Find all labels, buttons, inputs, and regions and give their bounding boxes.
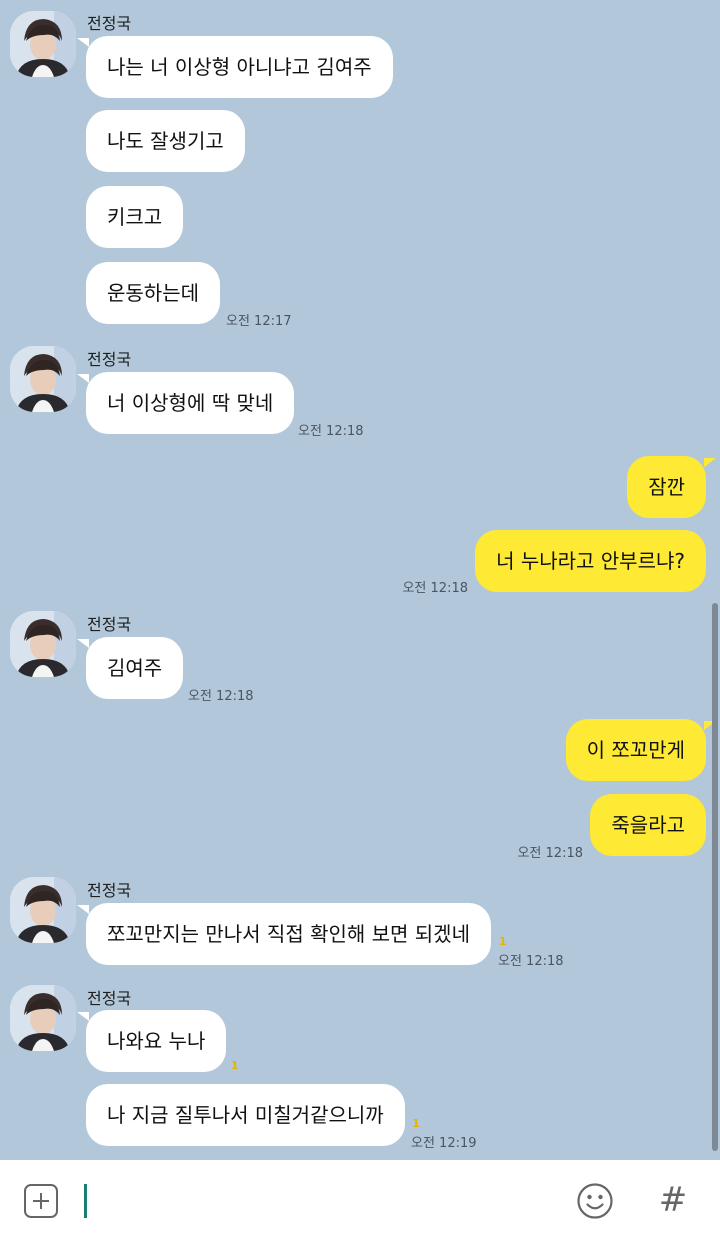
unread-count: 1 bbox=[412, 1117, 420, 1130]
scrollbar[interactable] bbox=[712, 603, 718, 1151]
bubble-tail bbox=[77, 38, 89, 47]
message-time: 오전 12:18 bbox=[188, 689, 254, 704]
message-bubble[interactable]: 키크고 bbox=[86, 186, 184, 248]
sender-name: 전정국 bbox=[87, 989, 132, 1008]
bubble-tail bbox=[704, 458, 716, 467]
message-bubble[interactable]: 운동하는데 bbox=[86, 262, 220, 324]
sender-name: 전정국 bbox=[87, 881, 132, 900]
hash-button[interactable]: # bbox=[656, 1180, 690, 1220]
sender-name: 전정국 bbox=[87, 615, 132, 634]
bubble-tail bbox=[77, 374, 89, 383]
text-cursor bbox=[84, 1184, 87, 1218]
message-bubble[interactable]: 쪼꼬만지는 만나서 직접 확인해 보면 되겠네 bbox=[86, 903, 491, 965]
profile-avatar[interactable] bbox=[10, 877, 76, 943]
unread-count: 1 bbox=[231, 1059, 239, 1072]
profile-avatar[interactable] bbox=[10, 346, 76, 412]
message-bubble[interactable]: 너 이상형에 딱 맞네 bbox=[86, 372, 295, 434]
message-time: 오전 12:18 bbox=[402, 581, 468, 596]
message-bubble[interactable]: 나와요 누나 bbox=[86, 1010, 227, 1072]
bubble-tail bbox=[77, 1012, 89, 1021]
message-bubble[interactable]: 김여주 bbox=[86, 637, 184, 699]
message-time: 오전 12:18 bbox=[498, 954, 564, 969]
sender-name: 전정국 bbox=[87, 350, 132, 369]
message-time: 오전 12:18 bbox=[298, 424, 364, 439]
unread-count: 1 bbox=[499, 935, 507, 948]
message-bubble[interactable]: 나도 잘생기고 bbox=[86, 110, 245, 172]
profile-avatar[interactable] bbox=[10, 985, 76, 1051]
bubble-tail bbox=[77, 639, 89, 648]
message-bubble[interactable]: 나 지금 질투나서 미칠거같으니까 bbox=[86, 1084, 405, 1146]
bubble-tail bbox=[77, 905, 89, 914]
profile-avatar[interactable] bbox=[10, 11, 76, 77]
smiley-icon[interactable] bbox=[576, 1182, 614, 1220]
message-bubble-mine[interactable]: 너 누나라고 안부르냐? bbox=[475, 530, 706, 592]
message-bubble[interactable]: 나는 너 이상형 아니냐고 김여주 bbox=[86, 36, 393, 98]
chat-area[interactable]: 전정국 나는 너 이상형 아니냐고 김여주 나도 잘생기고 키크고 운동하는데 … bbox=[0, 0, 720, 1160]
message-bubble-mine[interactable]: 이 쪼꼬만게 bbox=[565, 719, 706, 781]
message-time: 오전 12:19 bbox=[411, 1136, 477, 1151]
message-bubble-mine[interactable]: 죽을라고 bbox=[590, 794, 706, 856]
message-time: 오전 12:17 bbox=[226, 314, 292, 329]
message-input[interactable] bbox=[82, 1178, 556, 1224]
plus-square-icon[interactable] bbox=[24, 1184, 58, 1218]
message-time: 오전 12:18 bbox=[517, 846, 583, 861]
sender-name: 전정국 bbox=[87, 14, 132, 33]
message-bubble-mine[interactable]: 잠깐 bbox=[627, 456, 706, 518]
profile-avatar[interactable] bbox=[10, 611, 76, 677]
